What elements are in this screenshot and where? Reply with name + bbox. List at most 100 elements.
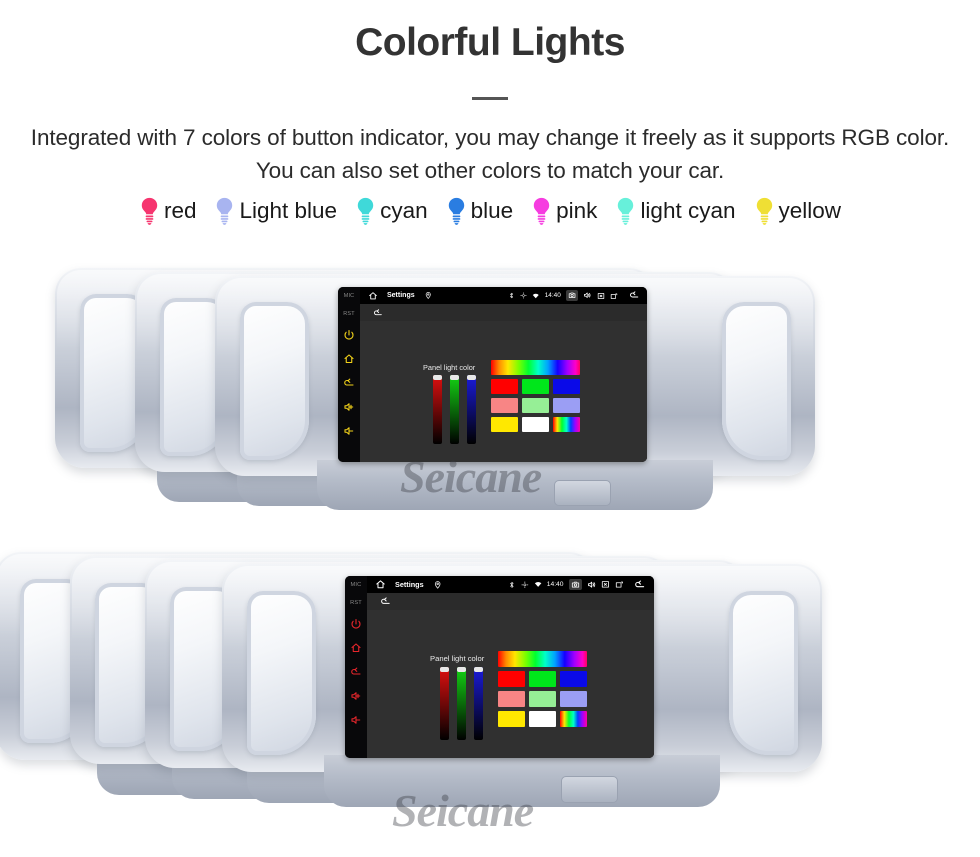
mic-label: MIC: [343, 293, 355, 299]
wifi-icon[interactable]: [532, 292, 540, 300]
recents-icon[interactable]: [610, 292, 618, 300]
swatch-1-1[interactable]: [522, 398, 549, 413]
status-bar-left: Settings: [367, 579, 442, 590]
legend-item-pink: pink: [522, 197, 606, 226]
power-icon[interactable]: [343, 329, 355, 341]
slider-green-channel[interactable]: [457, 667, 466, 740]
close-box-icon[interactable]: [601, 580, 610, 589]
back-arrow-icon[interactable]: [634, 579, 646, 591]
screenshot-button[interactable]: [568, 578, 582, 590]
slider-knob[interactable]: [467, 375, 476, 380]
swatch-2-2[interactable]: [560, 711, 587, 727]
legend-item-red: red: [130, 197, 206, 226]
volume-down-icon[interactable]: [343, 425, 355, 437]
slider-knob[interactable]: [457, 667, 466, 672]
volume-icon[interactable]: [583, 291, 592, 300]
swatch-2-0[interactable]: [498, 711, 525, 727]
rst-label: RST: [343, 311, 355, 317]
swatch-0-0[interactable]: [491, 379, 518, 394]
bulb-icon: [754, 197, 775, 226]
slider-knob[interactable]: [433, 375, 442, 380]
bulb-icon: [615, 197, 636, 226]
volume-up-icon[interactable]: [343, 401, 355, 413]
camera-icon[interactable]: [571, 580, 580, 589]
legend-label: blue: [470, 198, 514, 224]
dash-control-box[interactable]: [561, 776, 618, 803]
bluetooth-icon[interactable]: [508, 581, 516, 589]
settings-content: Panel light color: [360, 321, 647, 462]
swatch-0-0[interactable]: [498, 671, 525, 687]
location-pin-icon[interactable]: [433, 580, 442, 589]
dash-plinth: [324, 755, 720, 807]
panel-light-color-label: Panel light color: [430, 654, 485, 663]
settings-content: Panel light color: [367, 610, 654, 758]
dash-vent-right: [722, 302, 791, 460]
status-bar-right: 14:40: [508, 578, 654, 591]
bulb-icon: [531, 197, 552, 226]
swatch-1-1[interactable]: [529, 691, 556, 707]
head-unit: MIC RST Settings 14:40 Panel light color: [338, 287, 647, 462]
legend-label: yellow: [778, 198, 842, 224]
slider-blue-channel[interactable]: [474, 667, 483, 740]
page-root: Colorful Lights Integrated with 7 colors…: [0, 0, 980, 857]
side-button-strip: MIC RST: [338, 287, 360, 462]
color-legend: red Light blue cyan blue pink light cyan yello…: [0, 187, 980, 226]
swatch-0-2[interactable]: [560, 671, 587, 687]
location-pin-icon[interactable]: [424, 291, 433, 300]
home-icon[interactable]: [368, 291, 378, 301]
dash-control-box[interactable]: [554, 480, 611, 506]
color-swatch-grid: [498, 651, 587, 727]
home-icon[interactable]: [375, 579, 386, 590]
back-icon[interactable]: [343, 377, 355, 389]
slider-blue-channel[interactable]: [467, 375, 476, 444]
back-icon[interactable]: [350, 666, 362, 678]
home-icon[interactable]: [343, 353, 355, 365]
back-arrow-icon[interactable]: [380, 596, 391, 607]
legend-item-Light-blue: Light blue: [205, 197, 346, 226]
status-bar-left: Settings: [360, 291, 432, 301]
swatch-2-2[interactable]: [553, 417, 580, 432]
swatch-2-1[interactable]: [522, 417, 549, 432]
touch-screen[interactable]: Settings 14:40 Panel light color: [367, 576, 654, 758]
screenshot-button[interactable]: [565, 290, 578, 301]
swatch-0-1[interactable]: [529, 671, 556, 687]
back-arrow-icon[interactable]: [373, 308, 383, 318]
recents-icon[interactable]: [615, 580, 624, 589]
swatch-2-1[interactable]: [529, 711, 556, 727]
swatch-2-0[interactable]: [491, 417, 518, 432]
back-arrow-icon[interactable]: [629, 290, 640, 301]
volume-icon[interactable]: [587, 580, 596, 589]
swatch-1-2[interactable]: [553, 398, 580, 413]
page-title: Colorful Lights: [355, 21, 625, 64]
slider-red-channel[interactable]: [440, 667, 449, 740]
power-icon[interactable]: [350, 618, 362, 630]
slider-green-channel[interactable]: [450, 375, 459, 444]
close-box-icon[interactable]: [597, 292, 605, 300]
gps-icon[interactable]: [521, 581, 529, 589]
swatch-0-2[interactable]: [553, 379, 580, 394]
swatch-1-0[interactable]: [491, 398, 518, 413]
gps-icon[interactable]: [520, 292, 527, 299]
swatch-rainbow-bar[interactable]: [491, 360, 580, 375]
slider-knob[interactable]: [450, 375, 459, 380]
slider-knob[interactable]: [440, 667, 449, 672]
swatch-rainbow-bar[interactable]: [498, 651, 587, 667]
legend-label: Light blue: [239, 198, 338, 224]
legend-item-yellow: yellow: [745, 197, 851, 226]
volume-up-icon[interactable]: [350, 690, 362, 702]
swatch-0-1[interactable]: [522, 379, 549, 394]
home-icon[interactable]: [350, 642, 362, 654]
camera-icon[interactable]: [568, 291, 576, 299]
bluetooth-icon[interactable]: [508, 292, 515, 299]
wifi-icon[interactable]: [534, 580, 542, 588]
swatch-1-2[interactable]: [560, 691, 587, 707]
volume-down-icon[interactable]: [350, 714, 362, 726]
dash-vent-left: [247, 591, 316, 755]
rst-label: RST: [350, 600, 362, 606]
slider-red-channel[interactable]: [433, 375, 442, 444]
legend-label: cyan: [380, 198, 428, 224]
touch-screen[interactable]: Settings 14:40 Panel light color: [360, 287, 647, 462]
dash-unit: MIC RST Settings 14:40 Panel light color: [222, 564, 822, 824]
swatch-1-0[interactable]: [498, 691, 525, 707]
slider-knob[interactable]: [474, 667, 483, 672]
